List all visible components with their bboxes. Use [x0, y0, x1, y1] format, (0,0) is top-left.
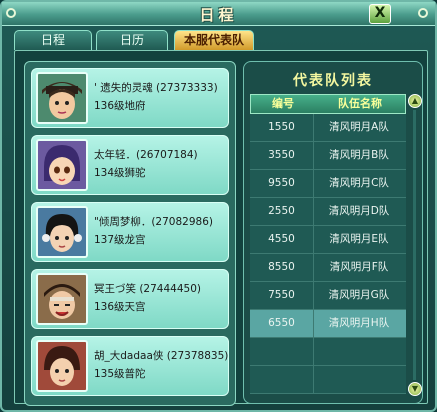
team-list-title: 代表队列表 — [293, 73, 373, 89]
team-number: 2550 — [250, 198, 314, 225]
tab-server-team[interactable]: 本服代表队 — [174, 30, 254, 50]
tab-schedule[interactable]: 日程 — [14, 30, 92, 50]
member-level: 136级地府 — [94, 100, 146, 112]
table-row[interactable]: 9550 清风明月C队 — [250, 170, 406, 198]
avatar — [36, 340, 88, 392]
member-card[interactable]: 太年轻．(26707184) 134级狮驼 — [31, 135, 229, 195]
team-name: 清风明月G队 — [328, 289, 390, 301]
table-row[interactable]: 2550 清风明月D队 — [250, 198, 406, 226]
member-name: 冥王づ笑 (27444450) — [94, 283, 201, 295]
member-level: 137级龙宫 — [94, 234, 146, 246]
table-row-selected[interactable]: 6550 清风明月H队 — [250, 310, 406, 338]
team-name: 清风明月E队 — [329, 233, 389, 245]
table-row[interactable]: 3550 清风明月B队 — [250, 142, 406, 170]
table-header: 编号 队伍名称 — [250, 94, 406, 114]
member-level: 136级天宫 — [94, 301, 146, 313]
table-row-empty — [250, 366, 406, 394]
table-row-empty — [250, 338, 406, 366]
team-name: 清风明月B队 — [329, 149, 389, 161]
avatar — [36, 273, 88, 325]
tab-calendar[interactable]: 日历 — [96, 30, 168, 50]
column-team-name: 队伍名称 — [338, 97, 382, 110]
content-area: ' 遗失的灵魂 (27373333) 136级地府 太年轻．(26707184) — [14, 50, 428, 406]
table-row[interactable]: 1550 清风明月A队 — [250, 114, 406, 142]
team-name: 清风明月C队 — [329, 177, 389, 189]
scroll-up-icon[interactable]: ▲ — [408, 94, 422, 108]
scroll-track[interactable] — [413, 110, 416, 380]
member-level: 135级普陀 — [94, 368, 146, 380]
table-row[interactable]: 7550 清风明月G队 — [250, 282, 406, 310]
team-name: 清风明月D队 — [328, 205, 390, 217]
avatar — [36, 206, 88, 258]
member-card[interactable]: 胡_大dadaa侠 (27378835) 135级普陀 — [31, 336, 229, 396]
member-card[interactable]: "倾周梦柳．(27082986) 137级龙宫 — [31, 202, 229, 262]
team-table: 编号 队伍名称 1550 清风明月A队 3550 清风明月B队 9550 清风明… — [250, 94, 406, 394]
scroll-down-icon[interactable]: ▼ — [408, 382, 422, 396]
team-number: 7550 — [250, 282, 314, 309]
member-name: 太年轻．(26707184) — [94, 149, 198, 161]
avatar — [36, 72, 88, 124]
team-number: 4550 — [250, 226, 314, 253]
team-name: 清风明月H队 — [328, 317, 390, 329]
member-list: ' 遗失的灵魂 (27373333) 136级地府 太年轻．(26707184) — [24, 61, 236, 406]
member-name: ' 遗失的灵魂 (27373333) — [94, 82, 218, 94]
avatar — [36, 139, 88, 191]
team-list-panel: 代表队列表 编号 队伍名称 1550 清风明月A队 3550 清风明月B队 95… — [243, 61, 423, 404]
avatar-icon — [38, 208, 86, 256]
member-card[interactable]: 冥王づ笑 (27444450) 136级天宫 — [31, 269, 229, 329]
avatar-icon — [38, 342, 86, 390]
avatar-icon — [38, 141, 86, 189]
team-number: 9550 — [250, 170, 314, 197]
team-name: 清风明月F队 — [329, 261, 389, 273]
member-card[interactable]: ' 遗失的灵魂 (27373333) 136级地府 — [31, 68, 229, 128]
table-row[interactable]: 8550 清风明月F队 — [250, 254, 406, 282]
avatar-icon — [38, 74, 86, 122]
ornament-icon — [418, 8, 428, 18]
avatar-icon — [38, 275, 86, 323]
member-name: "倾周梦柳．(27082986) — [94, 216, 213, 228]
member-name: 胡_大dadaa侠 (27378835) — [94, 350, 229, 362]
team-number: 6550 — [250, 310, 314, 337]
team-number: 3550 — [250, 142, 314, 169]
team-name: 清风明月A队 — [329, 121, 389, 133]
close-button[interactable]: X — [369, 4, 391, 24]
member-level: 134级狮驼 — [94, 167, 146, 179]
schedule-window: 日程 X 日程 日历 本服代表队 ' 遗失的灵魂 (27373333) 136级… — [0, 0, 437, 412]
team-number: 1550 — [250, 114, 314, 141]
table-row[interactable]: 4550 清风明月E队 — [250, 226, 406, 254]
column-number: 编号 — [272, 97, 294, 110]
scrollbar[interactable]: ▲ ▼ — [408, 94, 422, 396]
title-bar[interactable]: 日程 X — [2, 2, 435, 26]
team-number: 8550 — [250, 254, 314, 281]
